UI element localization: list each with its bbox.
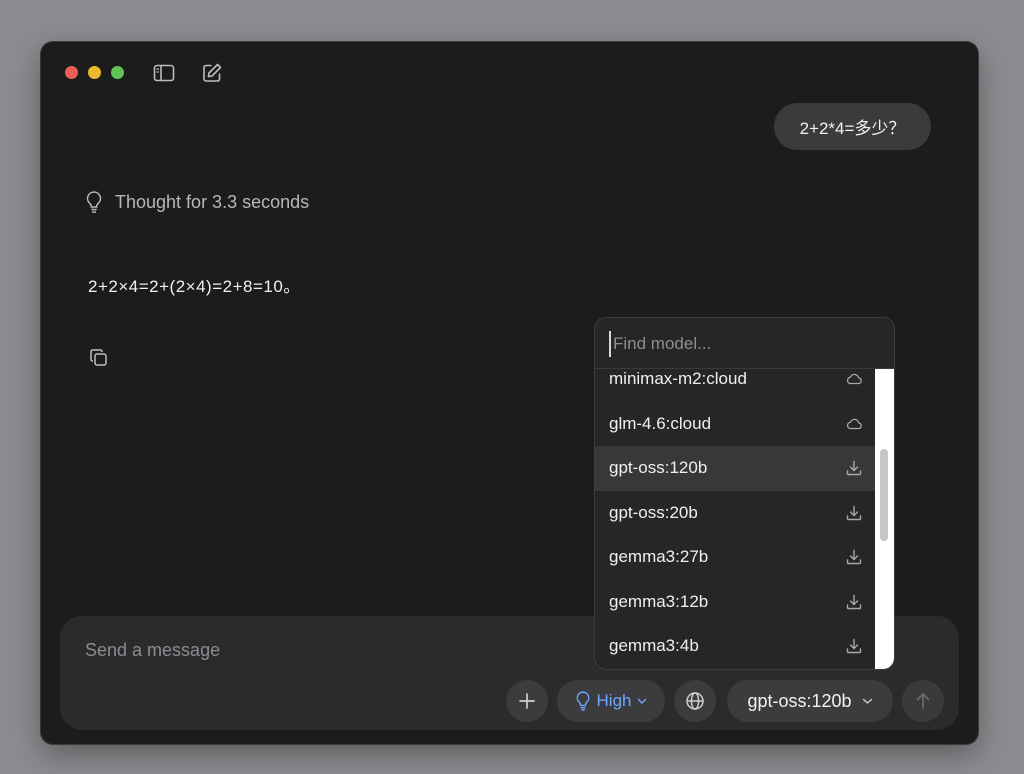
model-search	[595, 318, 894, 369]
new-chat-icon[interactable]	[201, 62, 223, 84]
lightbulb-icon	[576, 691, 589, 711]
scrollbar-thumb[interactable]	[880, 449, 888, 541]
download-icon	[845, 504, 863, 522]
copy-icon[interactable]	[89, 348, 109, 368]
download-icon	[845, 637, 863, 655]
user-message-text: 2+2*4=多少？	[799, 119, 906, 138]
model-name: gemma3:4b	[609, 636, 699, 656]
user-message-bubble: 2+2*4=多少？	[774, 103, 931, 150]
arrow-up-icon	[916, 692, 930, 709]
model-name: minimax-m2:cloud	[609, 369, 747, 389]
cloud-icon	[845, 370, 863, 388]
model-list-item[interactable]: gemma3:12b	[595, 580, 875, 625]
model-select-button[interactable]: gpt-oss:120b	[727, 680, 893, 722]
model-name: gemma3:27b	[609, 547, 709, 567]
model-list-item[interactable]: gemma3:4b	[595, 624, 875, 669]
model-list-item[interactable]: gpt-oss:120b	[595, 446, 875, 491]
model-name: glm-4.6:cloud	[609, 413, 712, 433]
model-dropdown: minimax-m2:cloud glm-4.6:cloud gpt-oss:120…	[594, 317, 895, 670]
model-list-item[interactable]: minimax-m2:cloud	[595, 369, 875, 402]
web-search-button[interactable]	[674, 680, 716, 722]
send-button[interactable]	[902, 680, 944, 722]
globe-icon	[686, 692, 704, 710]
zoom-window-button[interactable]	[111, 66, 124, 79]
add-attachment-button[interactable]	[506, 680, 548, 722]
model-list-item[interactable]: gemma3:27b	[595, 535, 875, 580]
lightbulb-icon	[86, 191, 102, 213]
model-name: gpt-oss:120b	[609, 458, 708, 478]
plus-icon	[519, 693, 535, 709]
thought-toggle[interactable]: Thought for 3.3 seconds	[85, 189, 309, 215]
app-window: 2+2*4=多少？ Thought for 3.3 seconds 2+2×4=…	[41, 42, 978, 744]
assistant-answer: 2+2×4=2+(2×4)=2+8=10。	[88, 277, 301, 296]
model-select-label: gpt-oss:120b	[747, 690, 852, 711]
model-search-input[interactable]	[609, 331, 875, 357]
chevron-down-icon	[638, 698, 647, 704]
model-list[interactable]: minimax-m2:cloud glm-4.6:cloud gpt-oss:120…	[595, 369, 875, 669]
message-input[interactable]	[83, 636, 587, 664]
minimize-window-button[interactable]	[88, 66, 101, 79]
model-list-item[interactable]: glm-4.6:cloud	[595, 402, 875, 447]
model-list-item[interactable]: gpt-oss:20b	[595, 491, 875, 536]
download-icon	[845, 548, 863, 566]
think-level-button[interactable]: High	[557, 680, 665, 722]
think-level-label: High	[596, 691, 632, 710]
model-name: gpt-oss:20b	[609, 502, 698, 522]
model-list-scrollbar[interactable]	[875, 369, 894, 669]
sidebar-toggle-icon[interactable]	[153, 62, 175, 84]
cloud-icon	[845, 415, 863, 433]
chevron-down-icon	[862, 698, 872, 704]
download-icon	[845, 459, 863, 477]
model-name: gemma3:12b	[609, 591, 709, 611]
download-icon	[845, 593, 863, 611]
close-window-button[interactable]	[65, 66, 78, 79]
thought-label: Thought for 3.3 seconds	[115, 191, 310, 212]
